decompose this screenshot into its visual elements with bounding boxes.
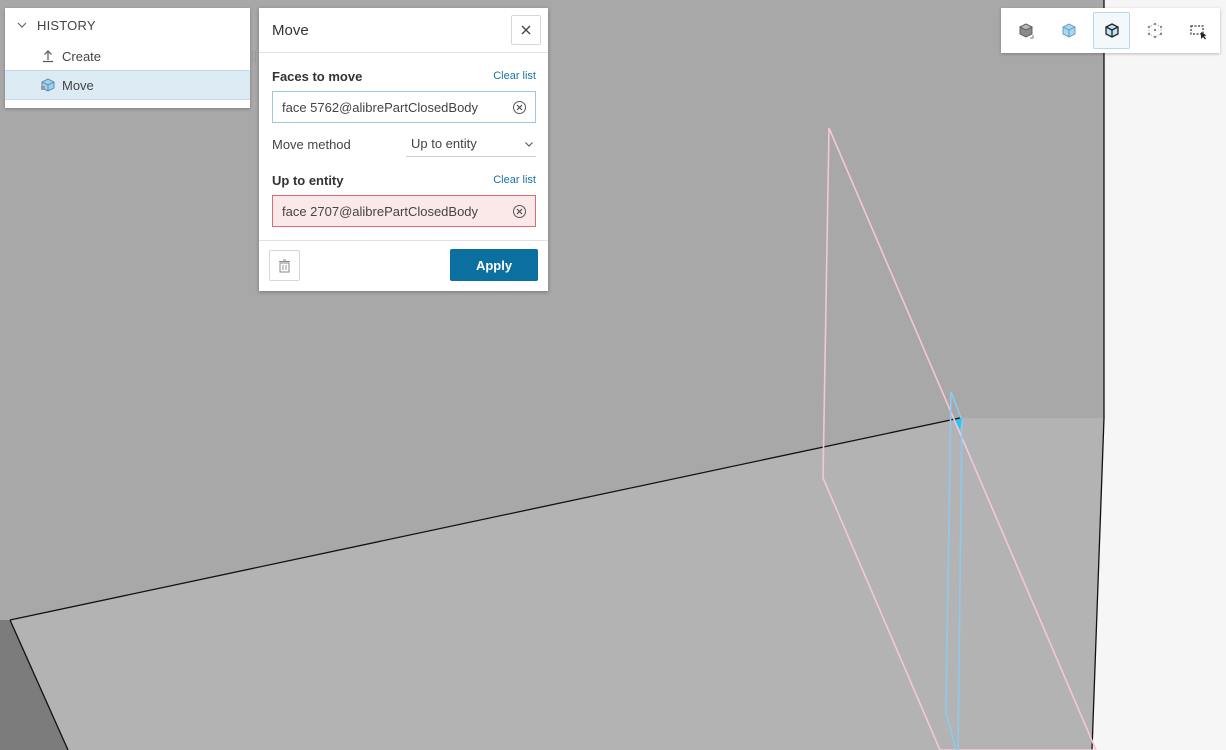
apply-button[interactable]: Apply — [450, 249, 538, 281]
history-item-label: Move — [62, 77, 94, 93]
upload-arrow-icon — [43, 50, 53, 63]
history-title: HISTORY — [37, 17, 96, 33]
right-wall-face[interactable] — [1092, 0, 1226, 750]
close-button[interactable] — [511, 15, 541, 45]
move-method-row: Move method Up to entity — [259, 131, 548, 157]
faces-to-move-section: Faces to move Clear list — [259, 65, 548, 87]
view-points-button[interactable] — [1136, 12, 1173, 49]
close-icon — [521, 25, 531, 35]
view-toolbar — [1001, 8, 1220, 53]
transparent-cube-icon — [1062, 22, 1075, 38]
view-wireframe-edges-button[interactable] — [1093, 12, 1130, 49]
chevron-down-icon — [525, 141, 533, 147]
faces-to-move-label: Faces to move — [272, 68, 363, 84]
move-method-label: Move method — [272, 136, 351, 152]
remove-selection-button[interactable] — [513, 100, 526, 114]
move-method-select[interactable]: Up to entity — [406, 131, 536, 157]
history-panel: HISTORY Create Move — [5, 8, 250, 108]
dialog-footer: Apply — [259, 240, 548, 291]
move-method-value: Up to entity — [411, 136, 477, 151]
faces-to-move-clear-link[interactable]: Clear list — [493, 70, 536, 82]
faces-to-move-value: face 5762@alibrePartClosedBody — [282, 99, 479, 115]
history-item-move[interactable]: Move — [5, 70, 250, 100]
dialog-header: Move — [259, 8, 548, 53]
box-select-button[interactable] — [1179, 12, 1216, 49]
points-cube-icon — [1147, 22, 1162, 38]
history-header[interactable]: HISTORY — [5, 8, 250, 42]
3d-viewport[interactable] — [0, 0, 1226, 750]
scene-canvas[interactable] — [0, 0, 1226, 750]
move-dialog: Move Faces to move Clear list face 5762@… — [259, 8, 548, 291]
up-to-entity-field[interactable]: face 2707@alibrePartClosedBody — [272, 195, 536, 227]
box-select-icon — [1189, 24, 1206, 39]
chevron-down-icon[interactable] — [17, 20, 27, 30]
up-to-entity-label: Up to entity — [272, 172, 344, 188]
cube-move-icon — [41, 78, 55, 92]
up-to-entity-clear-link[interactable]: Clear list — [493, 174, 536, 186]
view-transparent-button[interactable] — [1050, 12, 1087, 49]
history-item-create[interactable]: Create — [5, 42, 250, 70]
faces-to-move-field[interactable]: face 5762@alibrePartClosedBody — [272, 91, 536, 123]
up-to-entity-value: face 2707@alibrePartClosedBody — [282, 203, 479, 219]
view-solid-button[interactable] — [1007, 12, 1044, 49]
dialog-title: Move — [272, 21, 309, 39]
close-circle-icon — [516, 208, 523, 214]
solid-cube-icon — [1018, 22, 1033, 38]
remove-selection-button[interactable] — [513, 204, 526, 218]
close-circle-icon — [516, 104, 523, 110]
trash-icon — [279, 259, 290, 272]
up-to-entity-section: Up to entity Clear list — [259, 169, 548, 191]
panel-resize-grip-icon[interactable] — [251, 50, 257, 64]
delete-button[interactable] — [269, 250, 300, 281]
wireframe-edges-cube-icon — [1104, 22, 1119, 38]
history-item-label: Create — [62, 48, 102, 64]
